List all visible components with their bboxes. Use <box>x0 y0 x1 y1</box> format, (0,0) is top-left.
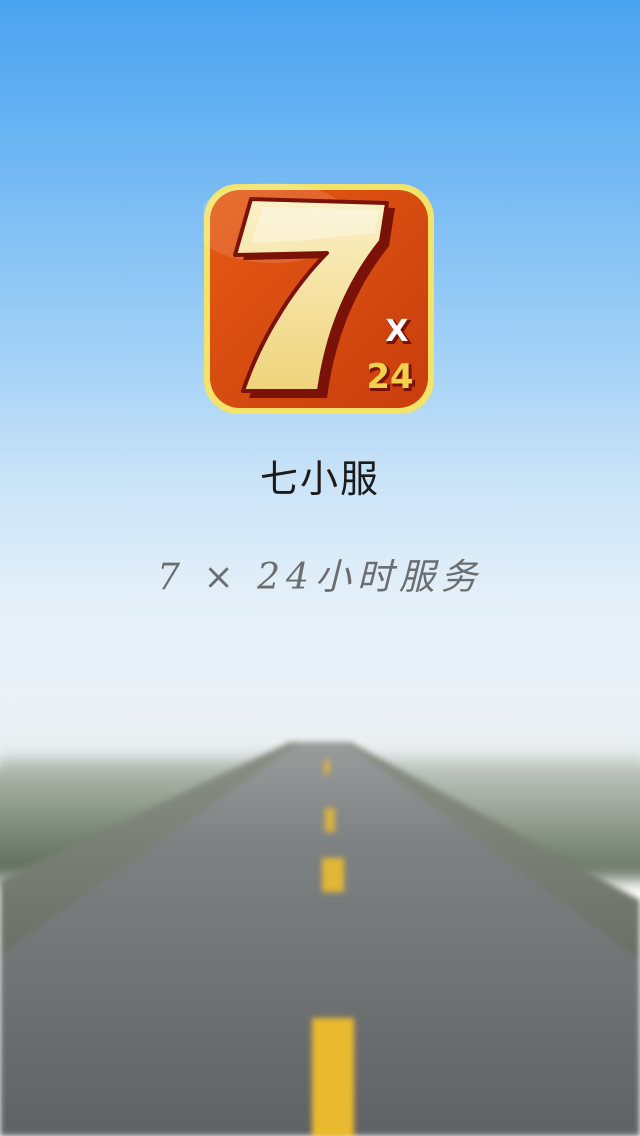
lane-dash <box>324 760 330 774</box>
logo-badge-24-face: 24 <box>366 357 413 397</box>
logo-badge-x-face: X <box>385 314 408 349</box>
lane-dash <box>312 1018 354 1136</box>
lane-dash <box>325 808 335 832</box>
app-logo-icon: X X 24 24 <box>203 183 434 414</box>
tagline: 7 × 24小时服务 <box>157 557 483 598</box>
lane-dash <box>322 858 344 892</box>
app-name: 七小服 <box>259 457 380 501</box>
